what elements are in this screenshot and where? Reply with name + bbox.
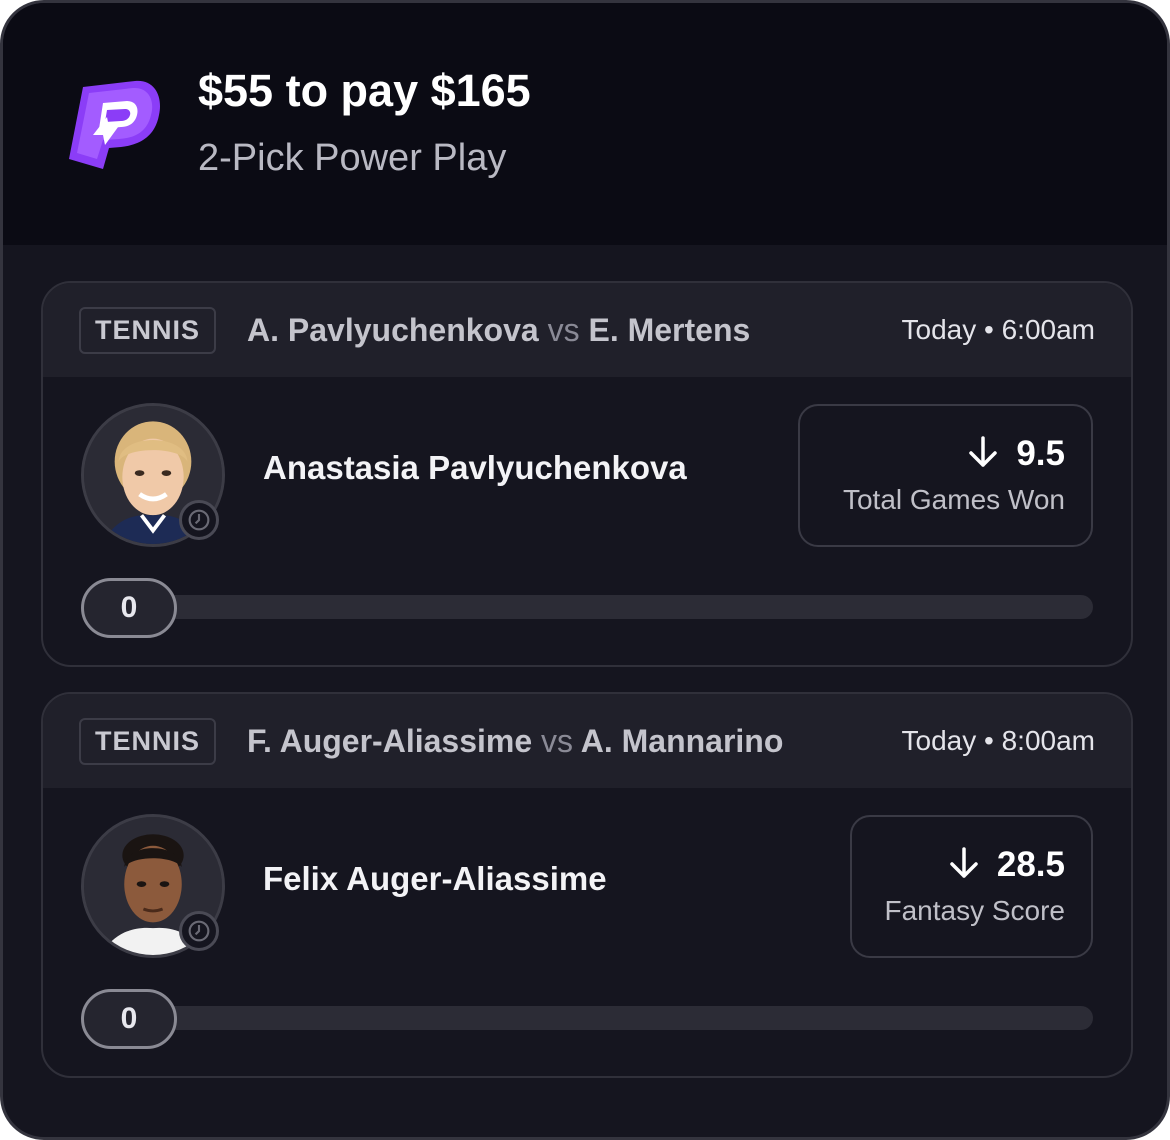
pick-header: TENNIS F. Auger-Aliassime vs A. Mannarin… — [43, 694, 1131, 788]
entry-title: $55 to pay $165 — [198, 65, 531, 116]
line-value: 9.5 — [1016, 434, 1065, 473]
matchup: A. Pavlyuchenkova vs E. Mertens — [247, 307, 750, 353]
team-a: F. Auger-Aliassime — [247, 723, 533, 759]
progress-value: 0 — [81, 989, 177, 1049]
arrow-down-icon — [966, 435, 1000, 469]
line-value: 28.5 — [996, 845, 1065, 884]
game-time: Today • 8:00am — [901, 725, 1095, 756]
pick-card[interactable]: TENNIS A. Pavlyuchenkova vs E. Mertens T… — [41, 281, 1133, 667]
projection-box[interactable]: 9.5 Total Games Won — [798, 404, 1093, 547]
arrow-down-icon — [947, 846, 981, 880]
player-name: Anastasia Pavlyuchenkova — [263, 449, 687, 486]
matchup: F. Auger-Aliassime vs A. Mannarino — [247, 718, 783, 764]
projection-line: 28.5 — [947, 845, 1065, 885]
pick-header: TENNIS A. Pavlyuchenkova vs E. Mertens T… — [43, 283, 1131, 377]
stat-type: Total Games Won — [842, 484, 1065, 515]
team-b: A. Mannarino — [580, 723, 784, 759]
game-time: Today • 6:00am — [901, 314, 1095, 345]
stat-type: Fantasy Score — [884, 895, 1065, 926]
vs-label: vs — [547, 312, 580, 348]
team-b: E. Mertens — [588, 312, 751, 348]
sport-badge: TENNIS — [79, 307, 217, 354]
clock-icon — [179, 500, 219, 540]
sport-badge: TENNIS — [79, 718, 217, 765]
projection-line: 9.5 — [966, 434, 1065, 474]
prizepicks-logo-icon — [63, 77, 163, 173]
progress-value: 0 — [81, 578, 177, 638]
pick-card[interactable]: TENNIS F. Auger-Aliassime vs A. Mannarin… — [41, 692, 1133, 1078]
progress-bar — [123, 595, 1093, 619]
entry-subtitle: 2-Pick Power Play — [198, 137, 507, 179]
vs-label: vs — [541, 723, 574, 759]
entry-header: $55 to pay $165 2-Pick Power Play — [3, 3, 1167, 245]
team-a: A. Pavlyuchenkova — [247, 312, 539, 348]
progress-bar — [123, 1006, 1093, 1030]
player-name: Felix Auger-Aliassime — [263, 860, 607, 897]
projection-box[interactable]: 28.5 Fantasy Score — [850, 815, 1093, 958]
entry-card[interactable]: $55 to pay $165 2-Pick Power Play TENNIS… — [0, 0, 1170, 1140]
clock-icon — [179, 911, 219, 951]
